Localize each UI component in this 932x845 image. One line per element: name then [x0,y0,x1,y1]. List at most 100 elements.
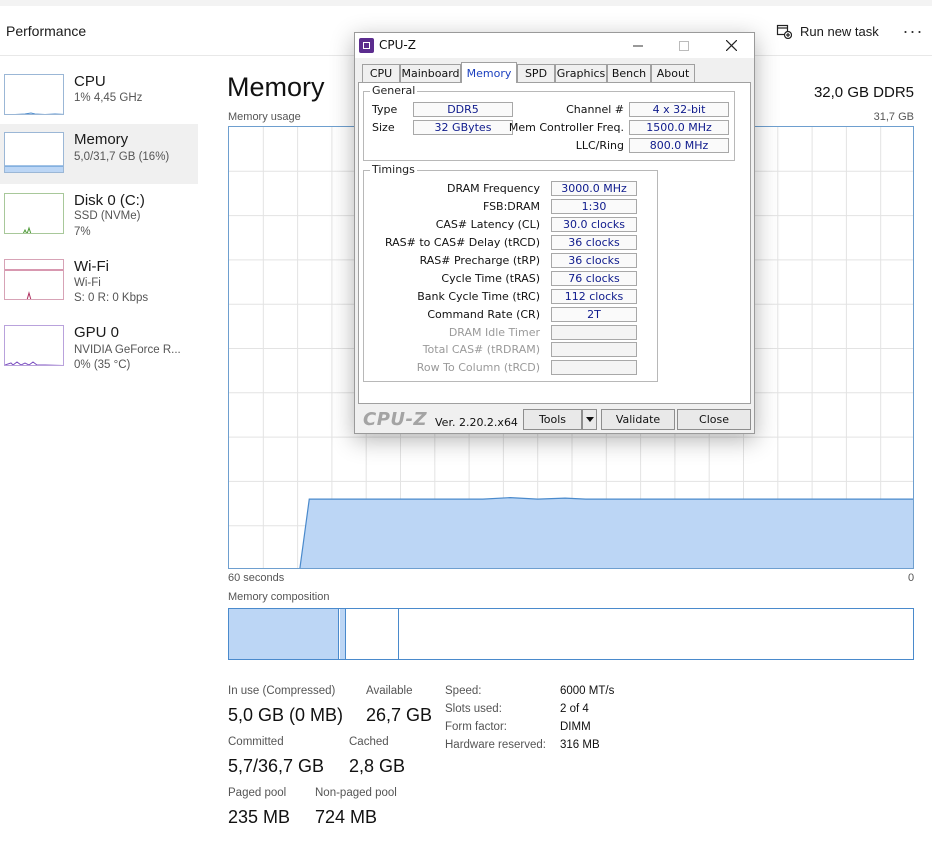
non-paged-pool-label: Non-paged pool [315,787,397,799]
graph-x-right-label: 0 [908,572,915,584]
cached-label: Cached [349,736,389,748]
sidebar-item-cpu[interactable]: CPU 1% 4,45 GHz [0,66,198,126]
composition-modified[interactable] [340,609,346,659]
mem-controller-freq-value: 1500.0 MHz [629,120,729,135]
page-title: Performance [6,23,87,39]
tras-label: Cycle Time (tRAS) [441,272,540,285]
cached-value: 2,8 GB [349,756,406,776]
row-to-column-label: Row To Column (tRCD) [416,361,540,374]
cpuz-window[interactable]: CPU-Z CPU Mainboard Memory SPD Graphics … [354,32,755,434]
committed-label: Committed [228,736,284,748]
dram-frequency-label: DRAM Frequency [446,182,540,195]
paged-pool-value: 235 MB [228,807,291,827]
cpuz-title-bar[interactable]: CPU-Z [355,33,754,58]
tab-cpu[interactable]: CPU [362,64,400,82]
memory-title: Memory [227,72,325,102]
minimize-icon[interactable] [615,33,661,58]
timings-group-title: Timings [370,163,417,176]
cpuz-window-title: CPU-Z [379,38,416,52]
sidebar-item-label: Memory [74,131,129,148]
more-options-icon[interactable]: ··· [900,20,926,42]
sidebar-item-detail: Wi-Fi [74,277,101,289]
available-value: 26,7 GB [366,705,433,725]
sidebar-item-detail: 5,0/31,7 GB (16%) [74,151,170,163]
tab-about[interactable]: About [651,64,695,82]
dram-idle-timer-value [551,325,637,340]
cas-latency-value: 30.0 clocks [551,217,637,232]
cpuz-app-icon [359,38,374,53]
composition-in-use[interactable] [229,609,339,659]
graph-x-left-label: 60 seconds [228,572,285,584]
command-rate-value: 2T [551,307,637,322]
sidebar-item-detail: SSD (NVMe) [74,210,141,222]
total-cas-label: Total CAS# (tRDRAM) [422,343,540,356]
speed-label: Speed: [445,685,482,697]
trcd-value: 36 clocks [551,235,637,250]
composition-free[interactable] [400,609,913,659]
trcd-label: RAS# to CAS# Delay (tRCD) [384,236,540,249]
tras-value: 76 clocks [551,271,637,286]
sidebar-item-wifi[interactable]: Wi-Fi Wi-Fi S: 0 R: 0 Kbps [0,251,198,311]
dram-idle-timer-label: DRAM Idle Timer [448,326,540,339]
committed-value: 5,7/36,7 GB [228,756,325,776]
cpuz-memory-panel: General Type DDR5 Size 32 GBytes Channel… [358,82,751,404]
sidebar-item-detail: NVIDIA GeForce R... [74,344,181,356]
wifi-thumbnail-graph [4,259,64,300]
sidebar-item-label: Disk 0 (C:) [74,192,145,209]
tab-spd[interactable]: SPD [517,64,555,82]
sidebar-item-gpu[interactable]: GPU 0 NVIDIA GeForce R... 0% (35 °C) [0,317,198,377]
tools-button[interactable]: Tools [523,409,582,430]
run-task-icon [776,24,792,39]
form-factor-value: DIMM [560,721,591,733]
tab-memory[interactable]: Memory [461,62,517,83]
memory-composition-label: Memory composition [228,591,330,603]
size-value: 32 GBytes [413,120,513,135]
chevron-down-icon [585,416,594,422]
close-button[interactable]: Close [677,409,751,430]
tools-dropdown-button[interactable] [582,409,597,430]
size-label: Size [372,121,395,134]
row-to-column-value [551,360,637,375]
tab-graphics[interactable]: Graphics [555,64,607,82]
cpu-thumbnail-graph [4,74,64,115]
speed-value: 6000 MT/s [560,685,615,697]
validate-button[interactable]: Validate [601,409,675,430]
sidebar-item-memory[interactable]: Memory 5,0/31,7 GB (16%) [0,124,198,184]
hardware-reserved-label: Hardware reserved: [445,739,546,751]
dram-frequency-value: 3000.0 MHz [551,181,637,196]
command-rate-label: Command Rate (CR) [427,308,540,321]
slots-used-label: Slots used: [445,703,502,715]
sidebar-item-detail: 7% [74,226,91,238]
sidebar-item-label: CPU [74,73,106,90]
composition-standby[interactable] [347,609,399,659]
trp-label: RAS# Precharge (tRP) [419,254,540,267]
sidebar-item-detail: 1% 4,45 GHz [74,92,143,104]
hardware-reserved-value: 316 MB [560,739,600,751]
sidebar-item-detail: 0% (35 °C) [74,359,131,371]
cpuz-version: Ver. 2.20.2.x64 [435,416,518,429]
tab-mainboard[interactable]: Mainboard [400,64,461,82]
channel-value: 4 x 32-bit [629,102,729,117]
channel-label: Channel # [566,103,624,116]
close-icon[interactable] [708,33,754,58]
general-group: General Type DDR5 Size 32 GBytes Channel… [363,84,735,161]
mem-controller-freq-label: Mem Controller Freq. [508,121,624,134]
run-new-task-button[interactable]: Run new task [776,20,879,42]
memory-usage-label: Memory usage [228,111,301,123]
llc-ring-label: LLC/Ring [575,139,624,152]
memory-usage-max: 31,7 GB [873,111,914,123]
total-cas-value [551,342,637,357]
sidebar-item-disk[interactable]: Disk 0 (C:) SSD (NVMe) 7% [0,185,198,245]
cas-latency-label: CAS# Latency (CL) [435,218,540,231]
sidebar-item-label: GPU 0 [74,324,120,341]
sidebar-item-label: Wi-Fi [74,258,109,275]
llc-ring-value: 800.0 MHz [629,138,729,153]
gpu-thumbnail-graph [4,325,64,366]
fsb-dram-label: FSB:DRAM [482,200,540,213]
trp-value: 36 clocks [551,253,637,268]
non-paged-pool-value: 724 MB [315,807,378,827]
run-new-task-label: Run new task [800,23,879,39]
tab-bench[interactable]: Bench [607,64,651,82]
trc-value: 112 clocks [551,289,637,304]
in-use-label: In use (Compressed) [228,685,336,697]
